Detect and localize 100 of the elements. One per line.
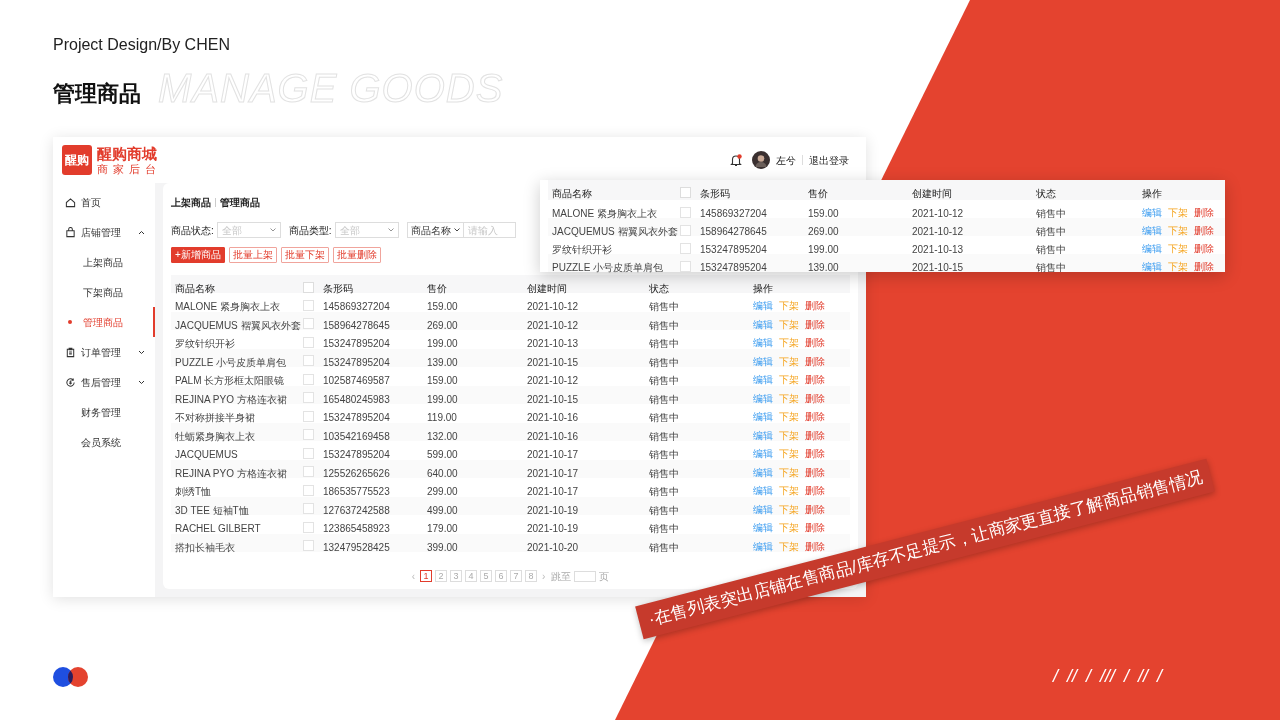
batch-button[interactable]: 批量下架 [280,247,329,263]
delete-link[interactable]: 删除 [1194,222,1214,238]
page-button[interactable]: 5 [480,570,492,582]
unlist-link[interactable]: 下架 [779,445,799,461]
sidebar-item[interactable]: 财务管理 [53,397,155,427]
checkbox[interactable] [303,503,314,514]
checkbox[interactable] [303,521,314,533]
unlist-link[interactable]: 下架 [779,501,799,516]
delete-link[interactable]: 删除 [1194,240,1214,256]
sidebar-item[interactable]: 下架商品 [53,277,155,307]
page-button[interactable]: 7 [510,570,522,582]
checkbox[interactable] [303,336,314,348]
unlist-link[interactable]: 下架 [779,427,799,442]
page-input[interactable] [574,570,597,582]
bell-icon[interactable] [730,153,742,167]
logout-link[interactable]: 退出登录 [809,152,849,168]
delete-link[interactable]: 删除 [805,408,825,424]
edit-link[interactable]: 编辑 [753,464,773,479]
sidebar-item[interactable]: 会员系统 [53,427,155,457]
checkbox[interactable] [303,392,314,403]
delete-link[interactable]: 删除 [805,297,825,313]
checkbox[interactable] [303,410,314,422]
unlist-link[interactable]: 下架 [779,371,799,387]
checkbox[interactable] [303,281,314,293]
checkbox[interactable] [303,355,314,366]
unlist-link[interactable]: 下架 [779,464,799,479]
delete-link[interactable]: 删除 [805,519,825,535]
edit-link[interactable]: 编辑 [753,334,773,350]
edit-link[interactable]: 编辑 [1142,240,1162,256]
unlist-link[interactable]: 下架 [779,390,799,405]
page-button[interactable]: 4 [465,570,477,582]
add-button[interactable]: +新增商品 [171,247,225,263]
checkbox[interactable] [680,186,691,198]
unlist-link[interactable]: 下架 [779,353,799,368]
unlist-link[interactable]: 下架 [779,334,799,350]
breadcrumb-link[interactable]: 上架商品 [171,194,211,210]
edit-link[interactable]: 编辑 [753,371,773,387]
unlist-link[interactable]: 下架 [779,297,799,313]
unlist-link[interactable]: 下架 [779,538,799,553]
delete-link[interactable]: 删除 [805,445,825,461]
unlist-link[interactable]: 下架 [1168,240,1188,256]
next-page-button[interactable]: › [542,568,546,584]
delete-link[interactable]: 删除 [805,464,825,479]
page-button[interactable]: 6 [495,570,507,582]
sidebar-item[interactable]: 售后管理 [53,367,155,397]
sidebar-item[interactable]: 订单管理 [53,337,155,367]
delete-link[interactable]: 删除 [805,353,825,368]
edit-link[interactable]: 编辑 [753,353,773,368]
previous-page-button[interactable]: ‹ [411,568,415,584]
delete-link[interactable]: 删除 [1194,258,1214,274]
checkbox[interactable] [303,466,314,477]
delete-link[interactable]: 删除 [805,482,825,498]
sidebar-item[interactable]: 首页 [53,187,155,217]
edit-link[interactable]: 编辑 [1142,258,1162,274]
breadcrumb-link[interactable]: 管理商品 [220,194,260,210]
edit-link[interactable]: 编辑 [753,390,773,405]
delete-link[interactable]: 删除 [805,334,825,350]
unlist-link[interactable]: 下架 [1168,204,1188,220]
checkbox[interactable] [680,224,691,236]
page-button[interactable]: 8 [525,570,537,582]
unlist-link[interactable]: 下架 [779,482,799,498]
delete-link[interactable]: 删除 [805,501,825,516]
sidebar-item[interactable]: 上架商品 [53,247,155,277]
batch-button[interactable]: 批量上架 [228,247,277,263]
edit-link[interactable]: 编辑 [753,297,773,313]
checkbox[interactable] [680,242,691,254]
checkbox[interactable] [303,447,314,459]
delete-link[interactable]: 删除 [805,538,825,553]
field-select[interactable]: 商品名称 [406,222,464,238]
unlist-link[interactable]: 下架 [1168,222,1188,238]
unlist-link[interactable]: 下架 [779,316,799,331]
unlist-link[interactable]: 下架 [779,519,799,535]
checkbox[interactable] [303,373,314,385]
edit-link[interactable]: 编辑 [753,482,773,498]
unlist-link[interactable]: 下架 [779,408,799,424]
delete-link[interactable]: 删除 [805,390,825,405]
edit-link[interactable]: 编辑 [753,538,773,553]
page-button[interactable]: 2 [435,570,447,582]
edit-link[interactable]: 编辑 [753,427,773,442]
edit-link[interactable]: 编辑 [753,501,773,516]
checkbox[interactable] [303,318,314,329]
avatar[interactable] [752,151,770,169]
delete-link[interactable]: 删除 [805,427,825,442]
edit-link[interactable]: 编辑 [1142,204,1162,220]
checkbox[interactable] [303,429,314,440]
checkbox[interactable] [303,299,314,311]
delete-link[interactable]: 删除 [805,316,825,331]
sidebar-item[interactable]: 店铺管理 [53,217,155,247]
checkbox[interactable] [303,484,314,496]
delete-link[interactable]: 删除 [805,371,825,387]
edit-link[interactable]: 编辑 [753,445,773,461]
checkbox[interactable] [680,260,691,272]
checkbox[interactable] [680,206,691,218]
edit-link[interactable]: 编辑 [1142,222,1162,238]
edit-link[interactable]: 编辑 [753,316,773,331]
edit-link[interactable]: 编辑 [753,408,773,424]
batch-button[interactable]: 批量删除 [332,247,381,263]
page-button[interactable]: 3 [450,570,462,582]
page-button[interactable]: 1 [420,570,432,582]
edit-link[interactable]: 编辑 [753,519,773,535]
